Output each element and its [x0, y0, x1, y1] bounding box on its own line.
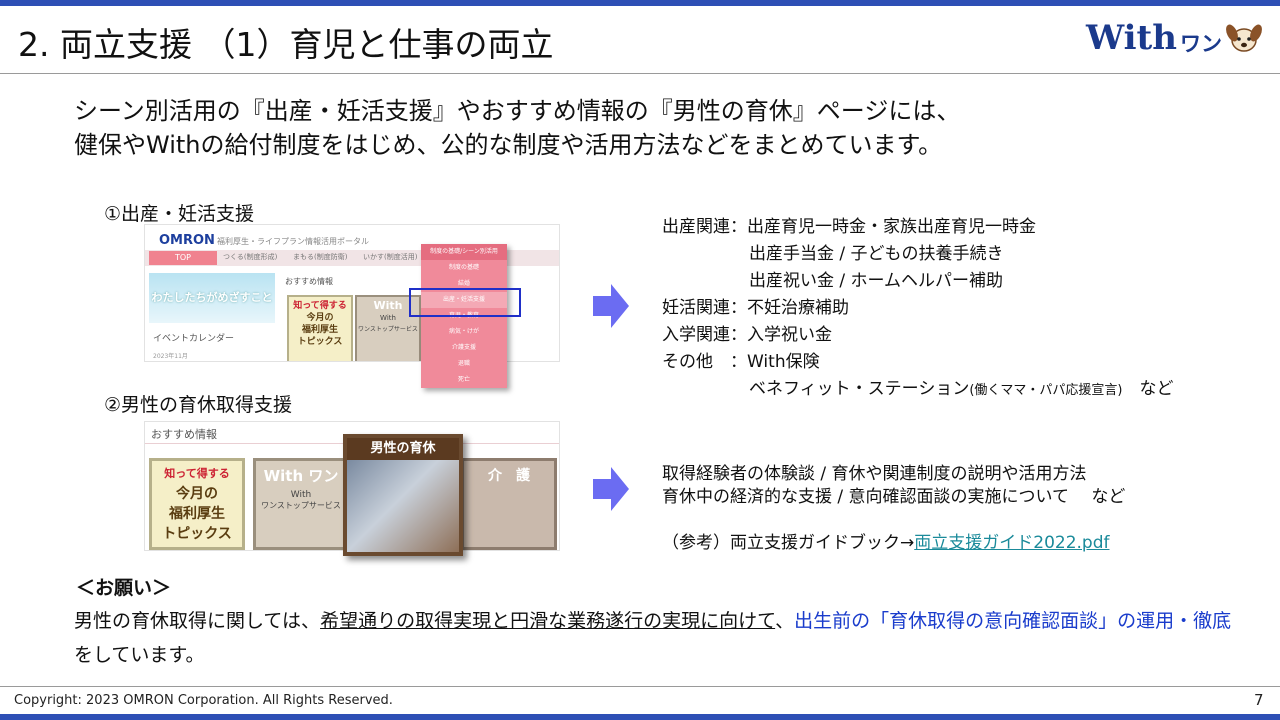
- bottom-accent-bar: [0, 714, 1280, 720]
- copyright: Copyright: 2023 OMRON Corporation. All R…: [14, 693, 393, 708]
- with2-title: With ワン: [263, 467, 339, 485]
- page-title: 2. 両立支援 （1）育児と仕事の両立: [18, 25, 554, 64]
- event-calendar[interactable]: イベントカレンダー: [153, 331, 234, 344]
- with-card-service: ワンストップサービス: [358, 326, 418, 333]
- info-other: その他 ：With保険: [662, 352, 820, 372]
- guidebook-prefix: （参考）両立支援ガイドブック→: [662, 533, 915, 553]
- topics-card-2[interactable]: 知って得する 今月の 福利厚生 トピックス: [149, 458, 245, 550]
- nav-top[interactable]: TOP: [149, 251, 217, 265]
- recommend-heading: おすすめ情報: [285, 277, 333, 286]
- topics2-line-1: 知って得する: [164, 467, 230, 480]
- page-number: 7: [1254, 691, 1264, 709]
- topics2-line-3: 福利厚生: [169, 506, 225, 522]
- with2-service: ワンストップサービス: [261, 501, 341, 510]
- portal-name: 福利厚生・ライフプラン情報活用ポータル: [217, 237, 369, 246]
- info-birth-3: 出産祝い金 / ホームヘルパー補助: [749, 271, 1004, 291]
- info-benefit-station: ベネフィット・ステーション(働くママ・パパ応援宣言) など: [662, 376, 1173, 404]
- info-fertility: 妊活関連：不妊治療補助: [662, 298, 849, 318]
- title-divider: [0, 73, 1280, 74]
- mens-childcare-card[interactable]: 男性の育休: [343, 434, 463, 556]
- request-part1: 男性の育休取得に関しては、: [74, 610, 321, 632]
- nursing-card-title: 介 護: [488, 468, 530, 484]
- request-part4: 出生前の「育休取得の意向確認面談」の運用・徹底: [794, 610, 1232, 632]
- nav-ikasu[interactable]: いかす(制度活用): [363, 252, 417, 262]
- request-part3: 、: [775, 610, 795, 632]
- benefit-station-note: (働くママ・パパ応援宣言): [969, 383, 1123, 398]
- scene-menu-header: 制度の基礎/シーン別活用: [421, 244, 507, 260]
- with2-sub: With: [290, 490, 312, 500]
- request-part5: をしています。: [74, 644, 205, 666]
- lead-line-1: シーン別活用の『出産・妊活支援』やおすすめ情報の『男性の育休』ページには、: [74, 97, 961, 125]
- menu-nursing[interactable]: 介護支援: [421, 340, 507, 356]
- topics-line-4: トピックス: [297, 337, 343, 347]
- benefit-station-name: ベネフィット・ステーション: [749, 379, 970, 399]
- footer-divider: [0, 686, 1280, 687]
- lead-text: シーン別活用の『出産・妊活支援』やおすすめ情報の『男性の育休』ページには、 健保…: [74, 94, 960, 162]
- menu-death[interactable]: 死亡: [421, 372, 507, 388]
- info-birth-2: 出産手当金 / 子どもの扶養手続き: [749, 244, 1004, 264]
- top-accent-bar: [0, 0, 1280, 6]
- section2-label: ②男性の育休取得支援: [104, 394, 293, 416]
- with-wan-logo: With ワン: [1086, 16, 1266, 62]
- arrow-right-icon: [593, 284, 629, 328]
- nav-tsukuru[interactable]: つくる(制度形成): [223, 252, 277, 262]
- info-birth-1: 出産関連：出産育児一時金・家族出産育児一時金: [662, 217, 1036, 237]
- father-baby-photo: [347, 460, 459, 552]
- request-body: 男性の育休取得に関しては、希望通りの取得実現と円滑な業務遂行の実現に向けて、出生…: [74, 604, 1234, 672]
- recommend-heading-2: おすすめ情報: [151, 428, 217, 441]
- childbirth-info: 出産関連：出産育児一時金・家族出産育児一時金 出産手当金 / 子どもの扶養手続き…: [662, 214, 1173, 404]
- mens-childcare-title: 男性の育休: [347, 438, 459, 460]
- nursing-card[interactable]: 介 護: [461, 458, 557, 550]
- topics2-line-2: 今月の: [176, 486, 218, 502]
- guidebook-link[interactable]: 両立支援ガイド2022.pdf: [914, 533, 1109, 553]
- menu-illness[interactable]: 病気・けが: [421, 324, 507, 340]
- omron-brand: OMRON: [159, 233, 215, 248]
- section1-label: ①出産・妊活支援: [104, 203, 255, 225]
- benefit-station-tail: など: [1139, 379, 1174, 399]
- request-heading: ＜お願い＞: [76, 577, 172, 599]
- topics-line-1: 知って得する: [293, 301, 347, 311]
- highlight-box: [409, 288, 521, 317]
- paternity-info: 取得経験者の体験談 / 育休や関連制度の説明や活用方法 育休中の経済的な支援 /…: [662, 463, 1125, 509]
- info-school: 入学関連：入学祝い金: [662, 325, 832, 345]
- menu-retirement[interactable]: 退職: [421, 356, 507, 372]
- with-card-2[interactable]: With ワン With ワンストップサービス: [253, 458, 349, 550]
- paternity-info-2: 育休中の経済的な支援 / 意向確認面談の実施について など: [662, 487, 1126, 507]
- hero-banner[interactable]: わたしたちがめざすこと: [149, 273, 275, 323]
- lead-line-2: 健保やWithの給付制度をはじめ、公的な制度や活用方法などをまとめています。: [74, 131, 943, 159]
- topics-card[interactable]: 知って得する 今月の 福利厚生 トピックス: [287, 295, 353, 361]
- guidebook-ref: （参考）両立支援ガイドブック→両立支援ガイド2022.pdf: [662, 530, 1109, 557]
- topics2-line-4: トピックス: [162, 526, 232, 542]
- menu-basics[interactable]: 制度の基礎: [421, 260, 507, 276]
- arrow-right-icon-2: [593, 467, 629, 511]
- topics-line-3: 福利厚生: [301, 325, 338, 335]
- request-part2: 希望通りの取得実現と円滑な業務遂行の実現に向けて: [320, 610, 776, 632]
- paternity-info-1: 取得経験者の体験談 / 育休や関連制度の説明や活用方法: [662, 464, 1087, 484]
- logo-word: With: [1086, 18, 1177, 58]
- dog-mascot-icon: [1226, 24, 1262, 52]
- logo-kana: ワン: [1180, 32, 1222, 56]
- calendar-date: 2023年11月: [153, 353, 188, 360]
- nav-mamoru[interactable]: まもる(制度防衛): [293, 252, 347, 262]
- topics-line-2: 今月の: [306, 313, 334, 323]
